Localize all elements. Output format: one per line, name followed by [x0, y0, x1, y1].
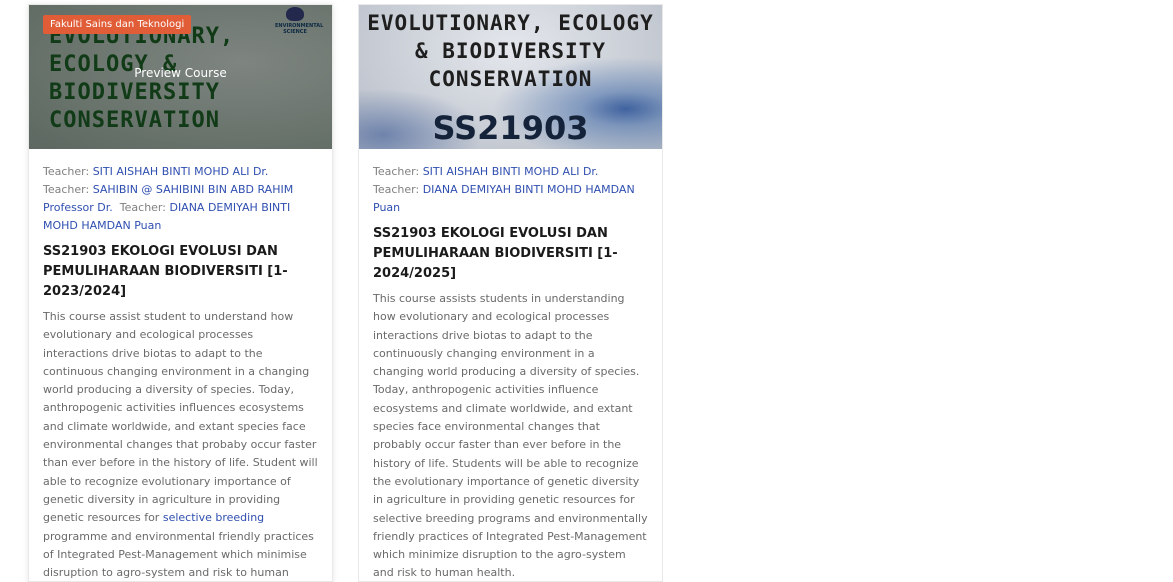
course-thumbnail[interactable]: EVOLUTIONARY, ECOLOGY & BIODIVERSITY CON…: [359, 5, 662, 149]
course-description: This course assist student to understand…: [43, 308, 318, 581]
teacher-link[interactable]: SITI AISHAH BINTI MOHD ALI Dr.: [423, 165, 599, 178]
teacher-label: Teacher:: [373, 183, 420, 196]
teacher-label: Teacher:: [119, 201, 166, 214]
course-title[interactable]: SS21903 EKOLOGI EVOLUSI DAN PEMULIHARAAN…: [43, 242, 318, 302]
description-text: This course assist student to understand…: [43, 310, 318, 525]
teacher-list: Teacher: SITI AISHAH BINTI MOHD ALI Dr. …: [43, 163, 318, 235]
preview-course-link[interactable]: Preview Course: [134, 66, 226, 80]
description-text: programme and environmental friendly pra…: [43, 529, 314, 580]
course-card[interactable]: EVOLUTIONARY, ECOLOGY & BIODIVERSITY CON…: [358, 4, 663, 582]
course-title[interactable]: SS21903 EKOLOGI EVOLUSI DAN PEMULIHARAAN…: [373, 224, 648, 284]
teacher-label: Teacher:: [43, 165, 90, 178]
category-badge[interactable]: Fakulti Sains dan Teknologi: [43, 15, 192, 34]
course-card[interactable]: EVOLUTIONARY, ECOLOGY & BIODIVERSITY CON…: [28, 4, 333, 582]
teacher-list: Teacher: SITI AISHAH BINTI MOHD ALI Dr. …: [373, 163, 648, 217]
cover-title: EVOLUTIONARY, ECOLOGY & BIODIVERSITY CON…: [367, 11, 654, 91]
course-thumbnail[interactable]: EVOLUTIONARY, ECOLOGY & BIODIVERSITY CON…: [29, 5, 332, 149]
course-description: This course assists students in understa…: [373, 292, 648, 580]
teacher-label: Teacher:: [373, 165, 420, 178]
description-link[interactable]: selective breeding: [163, 511, 264, 524]
teacher-label: Teacher:: [43, 183, 90, 196]
teacher-link[interactable]: SITI AISHAH BINTI MOHD ALI Dr.: [93, 165, 269, 178]
cover-course-code: SS21903: [432, 109, 589, 147]
